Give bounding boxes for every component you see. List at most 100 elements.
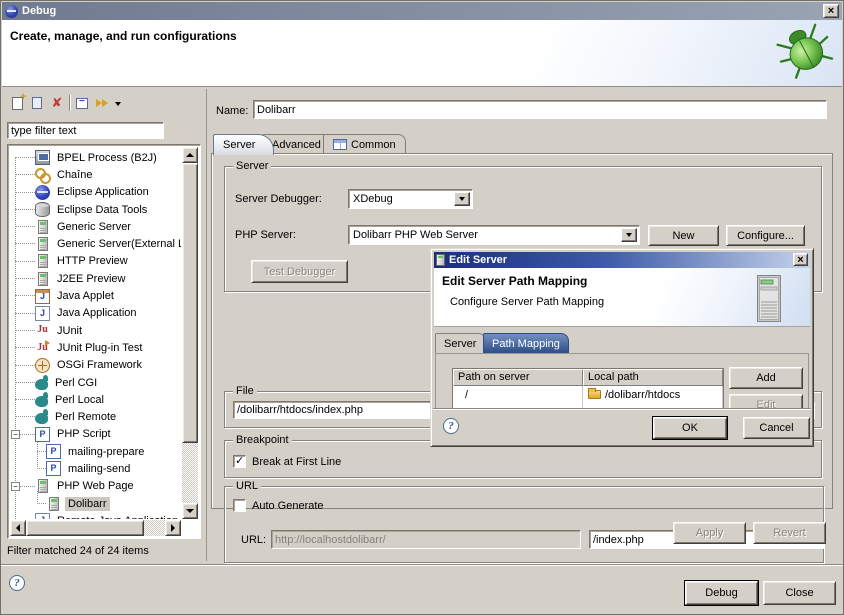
cancel-button[interactable]: Cancel [743,417,810,439]
filter-button[interactable] [93,94,111,112]
column-local-path[interactable]: Local path [583,369,723,386]
tree-item-osgi-framework[interactable]: OSGi Framework [10,357,181,374]
break-first-line-checkbox[interactable] [233,455,246,468]
page-title: Create, manage, and run configurations [10,29,237,43]
name-label: Name: [216,105,248,117]
name-input[interactable] [253,100,827,119]
dropdown-arrow-icon [115,102,121,106]
break-first-line-label: Break at First Line [252,456,341,468]
dialog-banner: Edit Server Path Mapping Configure Serve… [434,268,810,327]
dialog-tab-server[interactable]: Server [435,333,485,353]
toolbar-menu-button[interactable] [113,94,123,112]
tree-item-php-web-page[interactable]: PHP Web Page [10,478,181,495]
tab-label: Path Mapping [492,338,560,350]
collapse-all-icon [76,98,88,109]
tree-item-remote-java-application[interactable]: Remote Java Application [10,512,181,519]
tree-item-java-application[interactable]: Java Application [10,305,181,322]
mapping-row[interactable]: //dolibarr/htdocs [453,386,723,403]
tree-item-label: Generic Server(External La [54,237,181,251]
tree-item-dolibarr[interactable]: Dolibarr [10,495,181,512]
tree-item-bpel-process-b2j[interactable]: BPEL Process (B2J) [10,149,181,166]
tab-label: Server [444,338,476,350]
scroll-left-arrow-icon[interactable] [10,520,26,536]
server-icon [38,254,48,268]
tree-item-perl-cgi[interactable]: Perl CGI [10,374,181,391]
tree-item-cha-ne[interactable]: Chaîne [10,166,181,183]
server-icon [38,237,48,251]
chevron-down-icon[interactable] [621,228,637,242]
column-path-on-server[interactable]: Path on server [453,369,583,386]
help-icon[interactable]: ? [9,575,25,591]
dialog-titlebar[interactable]: Edit Server × [434,252,810,268]
osgi-icon [35,358,50,373]
tree-item-eclipse-data-tools[interactable]: Eclipse Data Tools [10,201,181,218]
tree-item-eclipse-application[interactable]: Eclipse Application [10,184,181,201]
tree-item-generic-server-external-la[interactable]: Generic Server(External La [10,235,181,252]
breakpoint-group-title: Breakpoint [233,434,292,446]
debug-button[interactable]: Debug [685,581,758,605]
tree-item-label: PHP Script [54,427,114,441]
php-server-select[interactable]: Dolibarr PHP Web Server [348,225,640,245]
dialog-title: Edit Server [449,254,507,266]
configure-server-button[interactable]: Configure... [726,225,805,246]
close-button[interactable]: Close [763,581,836,605]
junitp-icon [35,340,50,355]
ok-button[interactable]: OK [653,417,727,439]
edit-mapping-button: Edit [729,394,803,409]
server-debugger-select[interactable]: XDebug [348,189,473,209]
tree-item-label: Generic Server [54,220,134,234]
tree-item-php-script[interactable]: PHP Script [10,426,181,443]
tree-item-junit[interactable]: JUnit [10,322,181,339]
tree-item-perl-local[interactable]: Perl Local [10,391,181,408]
path-mapping-table[interactable]: Path on server Local path //dolibarr/htd… [452,368,724,409]
url-base-input [271,530,581,549]
tree-item-label: Perl Remote [52,410,119,424]
dialog-help-icon[interactable]: ? [443,418,459,434]
tab-server[interactable]: Server [213,134,274,155]
tab-common[interactable]: Common [323,134,406,154]
php-icon [35,427,50,442]
panel-divider[interactable] [206,89,207,561]
auto-generate-checkbox[interactable] [233,499,246,512]
revert-button: Revert [753,522,826,544]
scroll-up-arrow-icon[interactable] [182,147,198,163]
duplicate-configuration-button[interactable] [28,94,46,112]
tree-item-junit-plug-in-test[interactable]: JUnit Plug-in Test [10,339,181,356]
delete-configuration-button[interactable]: ✘ [48,94,66,112]
window-close-button[interactable]: × [823,4,839,18]
chevron-down-icon[interactable] [454,192,470,206]
eclipse-icon [5,5,18,18]
tree-item-java-applet[interactable]: Java Applet [10,287,181,304]
tree-item-label: Java Application [54,306,140,320]
tab-label: Common [351,139,396,151]
tree-vertical-scrollbar[interactable] [182,147,198,519]
add-mapping-button[interactable]: Add [729,367,803,389]
tree-item-label: Perl Local [52,393,107,407]
vertical-scroll-thumb[interactable] [182,163,198,443]
tree-item-perl-remote[interactable]: Perl Remote [10,408,181,425]
chain-icon [35,167,50,182]
collapse-expander-icon[interactable] [11,430,20,439]
dialog-tab-path-mapping[interactable]: Path Mapping [483,333,569,353]
filter-input[interactable] [7,122,164,139]
scroll-down-arrow-icon[interactable] [182,503,198,519]
window-titlebar[interactable]: Debug × [2,2,842,20]
table-header-row: Path on server Local path [453,369,723,386]
tree-horizontal-scrollbar[interactable] [10,520,181,536]
tree-item-mailing-send[interactable]: mailing-send [10,460,181,477]
new-configuration-button[interactable] [8,94,26,112]
tree-item-generic-server[interactable]: Generic Server [10,218,181,235]
scroll-right-arrow-icon[interactable] [165,520,181,536]
footer-separator [1,564,843,566]
new-server-button[interactable]: New [648,225,719,246]
collapse-all-button[interactable] [73,94,91,112]
tree-item-http-preview[interactable]: HTTP Preview [10,253,181,270]
local-path-text: /dolibarr/htdocs [605,389,680,401]
dialog-close-button[interactable]: × [793,253,808,266]
horizontal-scroll-thumb[interactable] [26,520,144,536]
tree-item-j2ee-preview[interactable]: J2EE Preview [10,270,181,287]
tree-item-label: Chaîne [54,168,95,182]
tree-item-mailing-prepare[interactable]: mailing-prepare [10,443,181,460]
server-icon [49,497,59,511]
collapse-expander-icon[interactable] [11,482,20,491]
